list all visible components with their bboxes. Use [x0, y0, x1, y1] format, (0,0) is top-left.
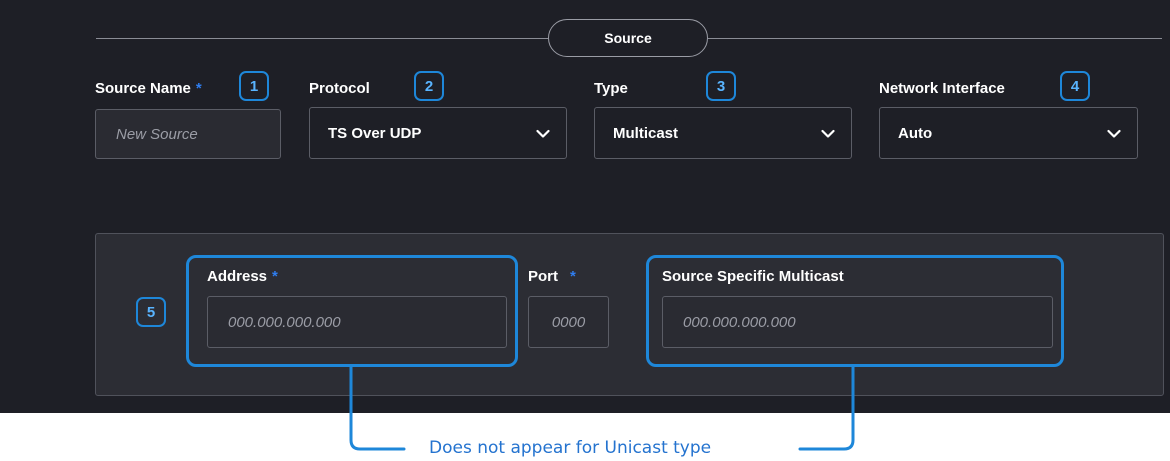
- annotation-note: Does not appear for Unicast type: [429, 438, 712, 458]
- annotation-bracket: [349, 365, 855, 451]
- screenshot-stage: Source Source Name * 1 New Source Protoco…: [0, 0, 1170, 461]
